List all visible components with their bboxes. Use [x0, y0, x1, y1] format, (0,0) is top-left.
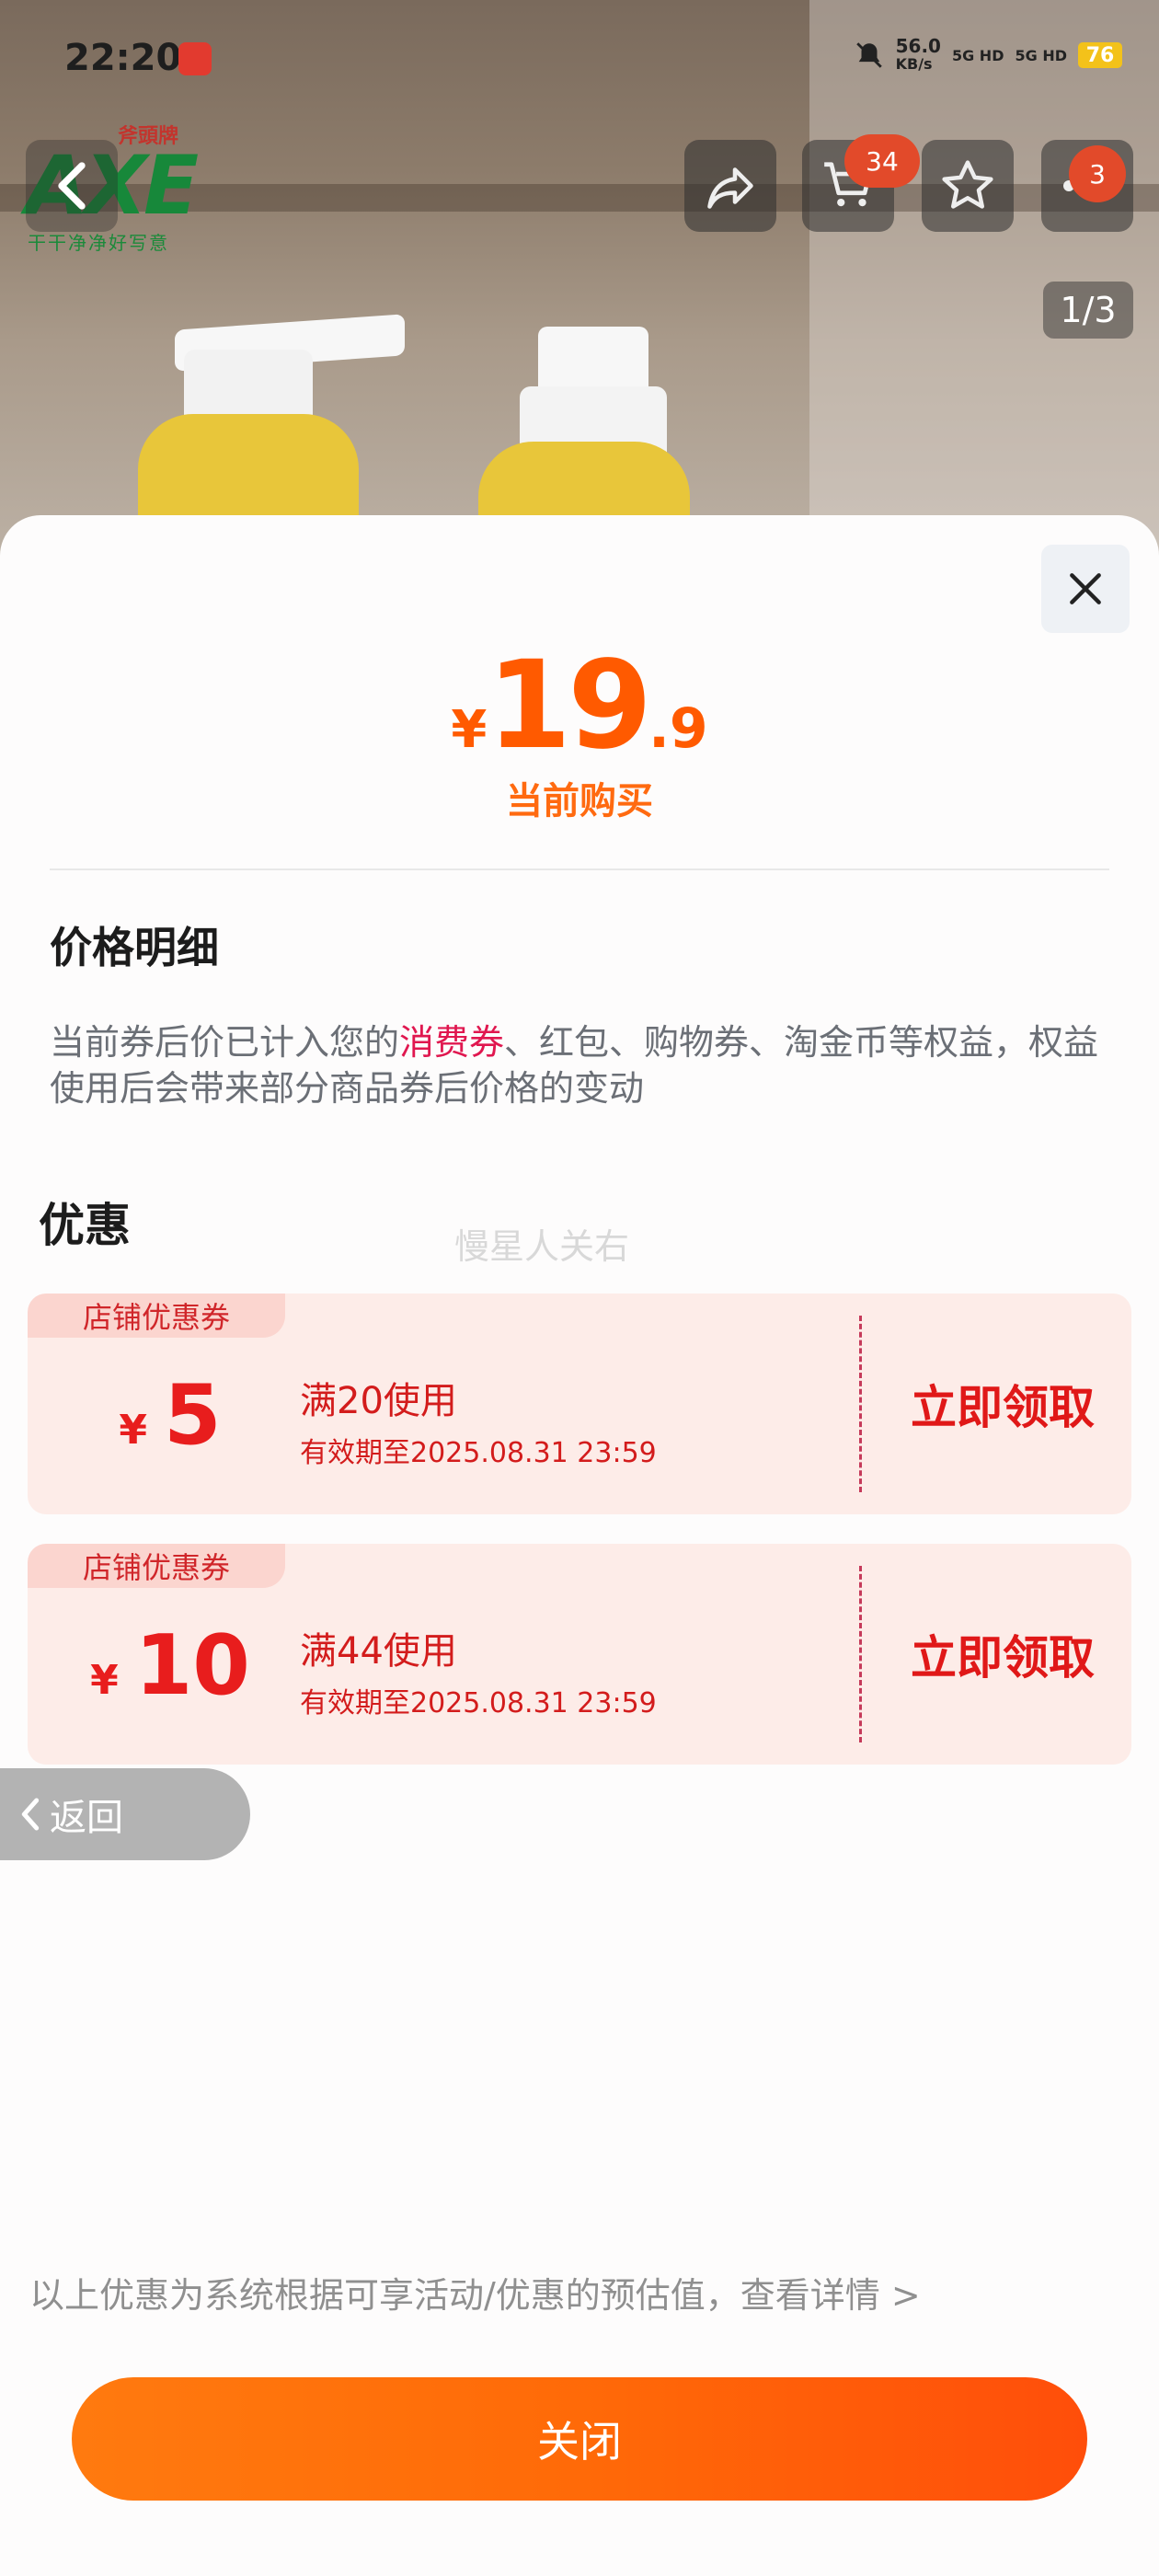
status-icons: 56.0 KB/s 5G HD 5G HD 76 — [854, 37, 1122, 74]
status-bar: 22:20 56.0 KB/s 5G HD 5G HD 76 — [0, 0, 1159, 110]
coupon-expiry: 有效期至2025.08.31 23:59 — [300, 1437, 657, 1469]
brand-logo-slogan: 干干净净好写意 — [28, 232, 169, 254]
signal-1-icon: 5G HD — [951, 46, 1004, 64]
cart-count-badge: 34 — [844, 134, 920, 188]
close-icon — [1070, 573, 1101, 604]
promotions-title: 优惠 — [39, 1199, 131, 1252]
back-button[interactable] — [26, 140, 118, 232]
chevron-left-icon — [58, 162, 86, 210]
consumer-coupon-link[interactable]: 消费券 — [399, 1022, 504, 1063]
signal-2-icon: 5G HD — [1015, 46, 1067, 64]
coupon-tag: 店铺优惠券 — [28, 1544, 285, 1588]
claim-coupon-button[interactable]: 立即领取 — [874, 1294, 1131, 1514]
network-speed: 56.0 KB/s — [896, 37, 941, 74]
status-time: 22:20 — [64, 37, 182, 79]
battery-icon: 76 — [1078, 42, 1122, 68]
coupon-tag: 店铺优惠券 — [28, 1294, 285, 1338]
net-speed-unit: KB/s — [895, 55, 933, 73]
message-count-badge: 3 — [1069, 145, 1126, 202]
price-integer: 19 — [487, 635, 652, 776]
cart-button[interactable]: 34 — [802, 134, 920, 232]
claim-coupon-button[interactable]: 立即领取 — [874, 1544, 1131, 1765]
coupon-expiry: 有效期至2025.08.31 23:59 — [300, 1687, 657, 1719]
coupon-condition: 满20使用 — [300, 1380, 457, 1422]
app-notification-icon — [178, 42, 212, 75]
coupon-card: 店铺优惠券 ¥10 满44使用 有效期至2025.08.31 23:59 立即领… — [28, 1544, 1131, 1765]
star-icon — [942, 160, 993, 209]
detail-text-before: 当前券后价已计入您的 — [50, 1022, 400, 1063]
coupon-value: 10 — [134, 1617, 250, 1714]
coupon-amount: ¥5 — [83, 1367, 258, 1478]
coupon-value: 5 — [164, 1367, 222, 1464]
price-detail-text: 当前券后价已计入您的消费券、红包、购物券、淘金币等权益，权益使用后会带来部分商品… — [50, 1019, 1117, 1111]
more-button[interactable]: 3 — [1041, 140, 1133, 232]
return-floating-button[interactable]: 返回 — [0, 1768, 250, 1860]
chevron-left-icon — [21, 1798, 40, 1831]
mute-bell-icon — [855, 42, 882, 68]
coupon-divider — [859, 1566, 862, 1742]
coupon-card: 店铺优惠券 ¥5 满20使用 有效期至2025.08.31 23:59 立即领取 — [28, 1294, 1131, 1514]
coupon-currency: ¥ — [90, 1657, 119, 1704]
net-speed-value: 56.0 — [895, 35, 941, 57]
price-currency: ¥ — [451, 700, 488, 760]
price-label: 当前购买 — [506, 780, 653, 822]
coupon-condition: 满44使用 — [300, 1630, 457, 1673]
current-price: ¥19.9 — [0, 635, 1159, 776]
price-decimal: .9 — [648, 696, 708, 761]
return-label: 返回 — [50, 1797, 123, 1839]
price-detail-title: 价格明细 — [50, 923, 219, 972]
image-pager: 1/3 — [1043, 282, 1133, 339]
watermark-text: 慢星人关右 — [454, 1226, 630, 1267]
coupon-currency: ¥ — [119, 1407, 147, 1454]
share-button[interactable] — [684, 140, 776, 232]
favorite-button[interactable] — [922, 140, 1014, 232]
divider — [50, 868, 1109, 870]
share-icon — [707, 167, 753, 209]
view-details-link[interactable]: 以上优惠为系统根据可享活动/优惠的预估值，查看详情 > — [29, 2267, 921, 2317]
close-button[interactable]: 关闭 — [72, 2377, 1087, 2501]
coupon-amount: ¥10 — [83, 1617, 258, 1728]
coupon-divider — [859, 1316, 862, 1492]
sheet-close-button[interactable] — [1041, 545, 1130, 633]
